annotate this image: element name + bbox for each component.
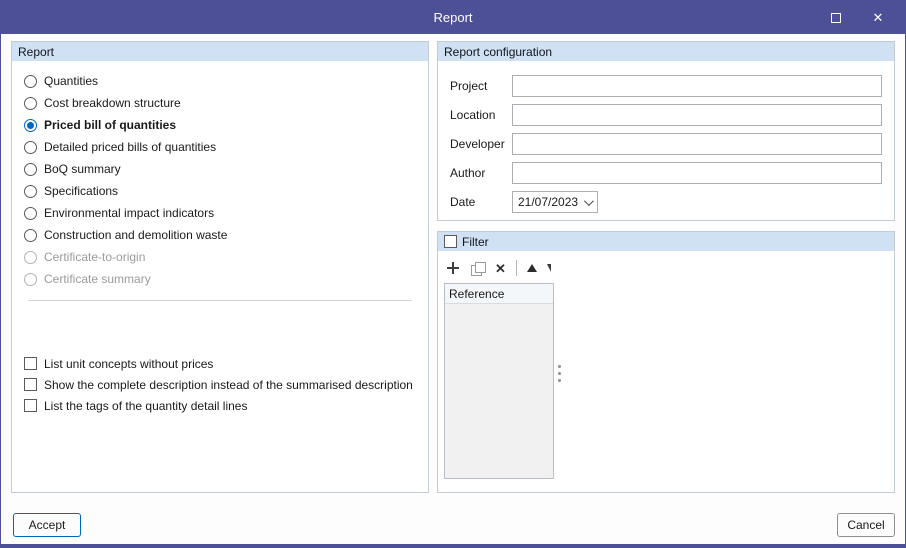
project-label: Project (450, 79, 488, 93)
add-icon[interactable] (446, 261, 460, 275)
radio-label: Detailed priced bills of quantities (44, 140, 217, 154)
radio-icon (24, 96, 37, 110)
report-group-header: Report (12, 42, 428, 61)
radio-label: Cost breakdown structure (44, 96, 181, 110)
location-input[interactable] (512, 104, 882, 126)
radio-label: Certificate summary (44, 272, 151, 286)
author-input[interactable] (512, 162, 882, 184)
move-up-icon[interactable] (526, 264, 537, 272)
checkbox-list-unit-concepts[interactable]: List unit concepts without prices (12, 353, 428, 374)
delete-icon[interactable]: ✕ (495, 262, 506, 275)
toolbar-separator (515, 260, 517, 276)
report-group-title: Report (18, 44, 55, 59)
close-button[interactable]: ✕ (857, 1, 899, 34)
cancel-button[interactable]: Cancel (837, 513, 895, 537)
author-label: Author (450, 166, 486, 180)
filter-group: Filter ✕ Reference (437, 231, 895, 493)
project-input[interactable] (512, 75, 882, 97)
reference-list-body[interactable] (445, 304, 553, 478)
developer-input[interactable] (512, 133, 882, 155)
date-value: 21/07/2023 (518, 195, 579, 209)
checkbox-icon (24, 399, 37, 412)
location-label: Location (450, 108, 496, 122)
radio-label: Priced bill of quantities (44, 118, 177, 132)
radio-icon (24, 140, 37, 154)
maximize-icon (831, 12, 841, 23)
accept-button-label: Accept (28, 518, 66, 532)
radio-icon-disabled (24, 250, 37, 264)
radio-option-specifications[interactable]: Specifications (12, 180, 428, 202)
reference-list[interactable]: Reference (444, 283, 554, 479)
radio-option-certificate-to-origin: Certificate-to-origin (12, 246, 428, 268)
radio-icon-disabled (24, 272, 37, 286)
project-row: Project (450, 75, 882, 97)
maximize-button[interactable] (815, 1, 857, 34)
cancel-button-label: Cancel (847, 518, 885, 532)
radio-option-certificate-summary: Certificate summary (12, 268, 428, 290)
date-select[interactable]: 21/07/2023 (512, 191, 598, 213)
filter-toolbar: ✕ (438, 251, 894, 283)
filter-checkbox[interactable] (444, 235, 457, 248)
config-form: Project Location Developer Author Date 2… (438, 61, 894, 213)
date-row: Date 21/07/2023 (450, 191, 882, 213)
checkbox-icon (24, 378, 37, 391)
report-type-radio-list: Quantities Cost breakdown structure Pric… (12, 70, 428, 290)
radio-label: Certificate-to-origin (44, 250, 146, 264)
radio-label: Construction and demolition waste (44, 228, 228, 242)
author-row: Author (450, 162, 882, 184)
developer-label: Developer (450, 137, 505, 151)
radio-icon (24, 184, 37, 198)
checkbox-tags-quantity-detail[interactable]: List the tags of the quantity detail lin… (12, 395, 428, 416)
location-row: Location (450, 104, 882, 126)
radio-option-detailed-priced-boq[interactable]: Detailed priced bills of quantities (12, 136, 428, 158)
radio-label: Quantities (44, 74, 99, 88)
radio-icon-selected (24, 118, 37, 132)
developer-row: Developer (450, 133, 882, 155)
radio-icon (24, 162, 37, 176)
radio-icon (24, 74, 37, 88)
report-options-checkbox-list: List unit concepts without prices Show t… (12, 353, 428, 416)
accept-button[interactable]: Accept (13, 513, 81, 537)
config-group-title: Report configuration (444, 44, 553, 59)
radio-option-priced-boq[interactable]: Priced bill of quantities (12, 114, 428, 136)
config-group-header: Report configuration (438, 42, 894, 61)
radio-icon (24, 206, 37, 220)
checkbox-label: List unit concepts without prices (44, 356, 214, 371)
reference-header-label: Reference (449, 286, 505, 301)
radio-option-boq-summary[interactable]: BoQ summary (12, 158, 428, 180)
radio-option-quantities[interactable]: Quantities (12, 70, 428, 92)
radio-option-cost-breakdown[interactable]: Cost breakdown structure (12, 92, 428, 114)
report-configuration-group: Report configuration Project Location De… (437, 41, 895, 221)
duplicate-icon[interactable] (470, 261, 486, 276)
close-icon: ✕ (872, 9, 884, 25)
resize-grip[interactable] (558, 365, 561, 382)
radio-option-construction-waste[interactable]: Construction and demolition waste (12, 224, 428, 246)
section-divider (28, 300, 412, 301)
window-title: Report (433, 10, 473, 25)
titlebar[interactable]: Report ✕ (1, 1, 905, 34)
report-group: Report Quantities Cost breakdown structu… (11, 41, 429, 493)
chevron-down-icon (583, 195, 594, 206)
filter-group-header: Filter (438, 232, 894, 251)
radio-icon (24, 228, 37, 242)
date-label: Date (450, 195, 476, 209)
checkbox-complete-description[interactable]: Show the complete description instead of… (12, 374, 428, 395)
report-dialog: Report ✕ Report Quantities Cost breakdow… (0, 0, 906, 548)
reference-column-header[interactable]: Reference (445, 284, 553, 304)
checkbox-label: List the tags of the quantity detail lin… (44, 398, 248, 413)
radio-label: Specifications (44, 184, 119, 198)
radio-option-environmental-impact[interactable]: Environmental impact indicators (12, 202, 428, 224)
filter-group-title: Filter (462, 234, 489, 249)
checkbox-label: Show the complete description instead of… (44, 377, 413, 392)
partial-toolbar-icon[interactable] (546, 264, 551, 272)
radio-label: Environmental impact indicators (44, 206, 215, 220)
dialog-content: Report Quantities Cost breakdown structu… (1, 34, 905, 544)
checkbox-icon (24, 357, 37, 370)
radio-label: BoQ summary (44, 162, 121, 176)
